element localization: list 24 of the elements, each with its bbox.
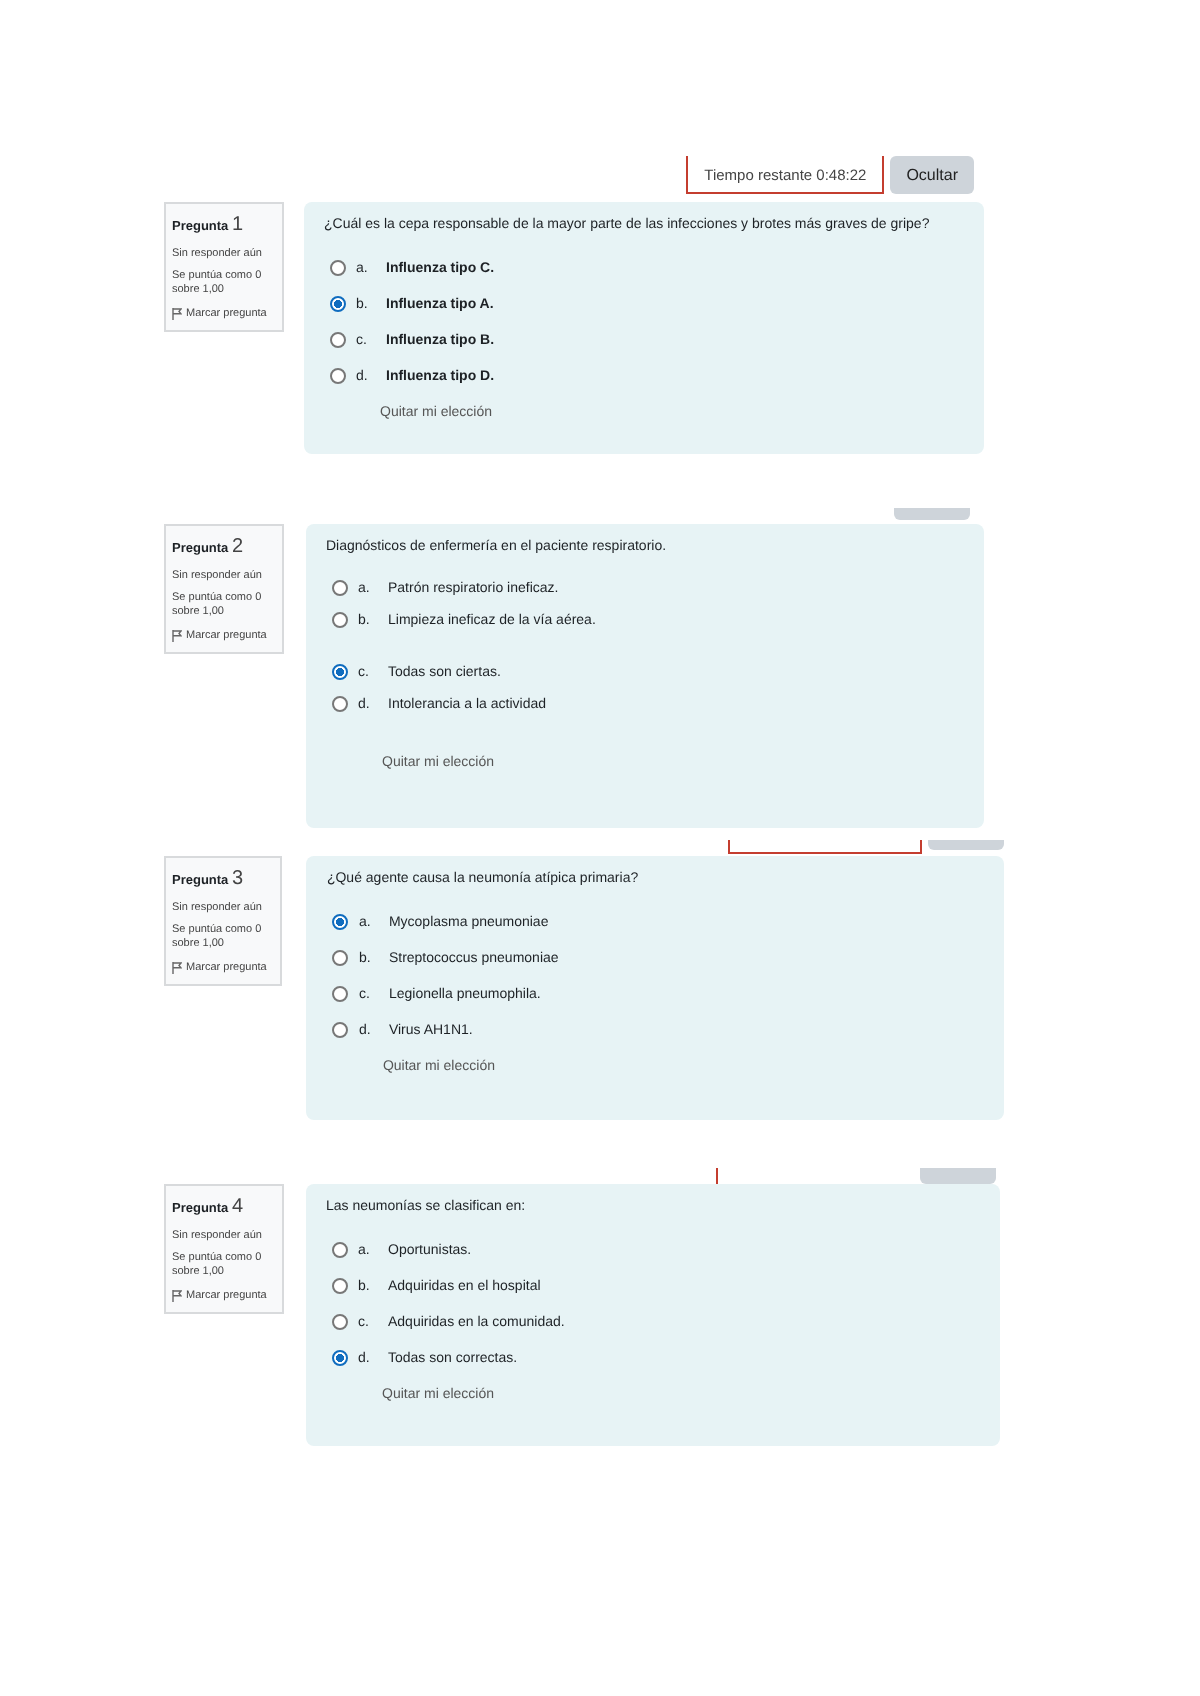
radio-button[interactable] bbox=[330, 368, 346, 384]
radio-button[interactable] bbox=[332, 612, 348, 628]
radio-button[interactable] bbox=[332, 696, 348, 712]
radio-button[interactable] bbox=[330, 296, 346, 312]
radio-button[interactable] bbox=[332, 1022, 349, 1038]
hide-button-fragment bbox=[928, 840, 1004, 850]
radio-button[interactable] bbox=[332, 1350, 348, 1366]
radio-button[interactable] bbox=[332, 950, 349, 966]
hide-button-fragment bbox=[894, 508, 970, 520]
flag-icon[interactable] bbox=[172, 629, 182, 642]
radio-button[interactable] bbox=[332, 664, 348, 680]
radio-button[interactable] bbox=[332, 580, 348, 596]
flag-icon[interactable] bbox=[172, 307, 182, 320]
flag-icon[interactable] bbox=[172, 1289, 182, 1302]
radio-button[interactable] bbox=[332, 1278, 348, 1294]
hide-button[interactable]: Ocultar bbox=[890, 156, 974, 194]
radio-button[interactable] bbox=[332, 1242, 348, 1258]
hide-button-fragment bbox=[920, 1168, 996, 1184]
radio-button[interactable] bbox=[332, 914, 349, 930]
radio-button[interactable] bbox=[330, 260, 346, 276]
radio-button[interactable] bbox=[332, 1314, 348, 1330]
radio-button[interactable] bbox=[330, 332, 346, 348]
radio-button[interactable] bbox=[332, 986, 349, 1002]
flag-icon[interactable] bbox=[172, 961, 182, 974]
